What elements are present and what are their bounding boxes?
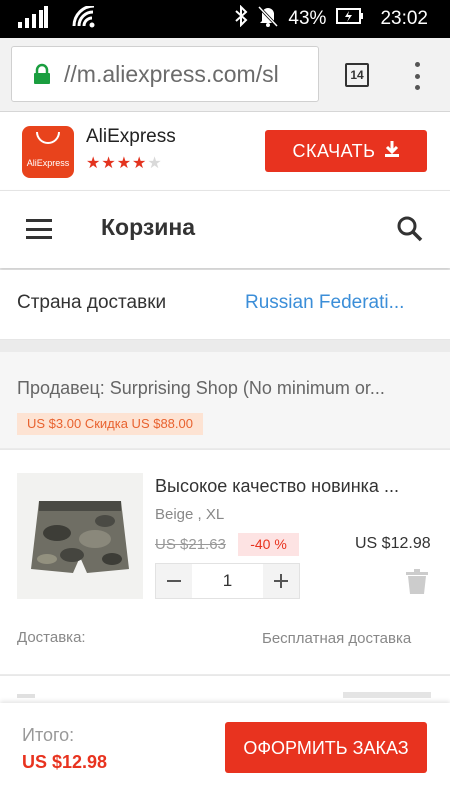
seller-name[interactable]: Продавец: Surprising Shop (No minimum or… <box>17 378 385 399</box>
page-header: Корзина <box>0 190 450 268</box>
page-title: Корзина <box>101 214 196 240</box>
app-name: AliExpress <box>86 126 176 147</box>
wifi-icon <box>72 4 96 33</box>
product-image[interactable] <box>17 473 143 599</box>
search-icon[interactable] <box>396 215 424 243</box>
total-label: Итого: <box>22 725 75 745</box>
shipping-country-select[interactable]: Russian Federati... <box>245 292 404 314</box>
download-app-button[interactable]: СКАЧАТЬ <box>265 130 427 172</box>
lock-icon <box>30 62 54 86</box>
shipping-country-label: Страна доставки <box>17 292 167 313</box>
shipping-country-row[interactable]: Страна доставки Russian Federati... <box>0 270 450 340</box>
battery-charging-icon <box>336 8 364 30</box>
seller-section: Продавец: Surprising Shop (No minimum or… <box>0 352 450 448</box>
checkout-footer: Итого: US $12.98 ОФОРМИТЬ ЗАКАЗ <box>0 703 450 800</box>
delivery-value: Бесплатная доставка <box>262 630 412 647</box>
delete-item-icon[interactable] <box>406 569 428 595</box>
quantity-value[interactable]: 1 <box>192 571 263 591</box>
mute-bell-icon <box>258 5 279 33</box>
url-text: //m.aliexpress.com/sl <box>64 60 279 87</box>
total-value: US $12.98 <box>22 752 108 772</box>
order-summary-row-partial <box>0 675 450 705</box>
discount-badge: -40 % <box>238 533 299 556</box>
increase-quantity-button[interactable] <box>263 564 299 598</box>
browser-menu-icon[interactable] <box>413 62 421 90</box>
clock: 23:02 <box>380 8 428 29</box>
decrease-quantity-button[interactable] <box>156 564 192 598</box>
address-bar[interactable]: //m.aliexpress.com/sl <box>11 46 319 102</box>
seller-promo-badge: US $3.00 Скидка US $88.00 <box>17 413 203 435</box>
quantity-stepper: 1 <box>155 563 300 599</box>
product-title[interactable]: Высокое качество новинка ... <box>155 476 399 497</box>
hamburger-menu-icon[interactable] <box>26 219 52 239</box>
aliexpress-logo[interactable]: AliExpress <box>22 126 74 178</box>
app-rating-stars: ★★★★★ <box>86 155 163 172</box>
status-bar: 43% 23:02 <box>0 0 450 38</box>
app-install-banner: AliExpress AliExpress ★★★★★ СКАЧАТЬ <box>0 112 450 190</box>
bluetooth-icon <box>234 4 248 33</box>
battery-percent: 43% <box>288 8 327 29</box>
cart-item: Высокое качество новинка ... Beige , XL … <box>0 449 450 674</box>
signal-icon <box>18 5 48 33</box>
product-price: US $12.98 <box>355 535 431 552</box>
checkout-button[interactable]: ОФОРМИТЬ ЗАКАЗ <box>225 722 427 773</box>
product-variant: Beige , XL <box>155 506 225 523</box>
browser-toolbar: //m.aliexpress.com/sl 14 <box>0 38 450 112</box>
delivery-label: Доставка: <box>17 629 86 646</box>
tab-switcher-button[interactable]: 14 <box>345 63 369 87</box>
product-old-price: US $21.63 <box>155 536 226 553</box>
download-icon <box>384 140 400 163</box>
